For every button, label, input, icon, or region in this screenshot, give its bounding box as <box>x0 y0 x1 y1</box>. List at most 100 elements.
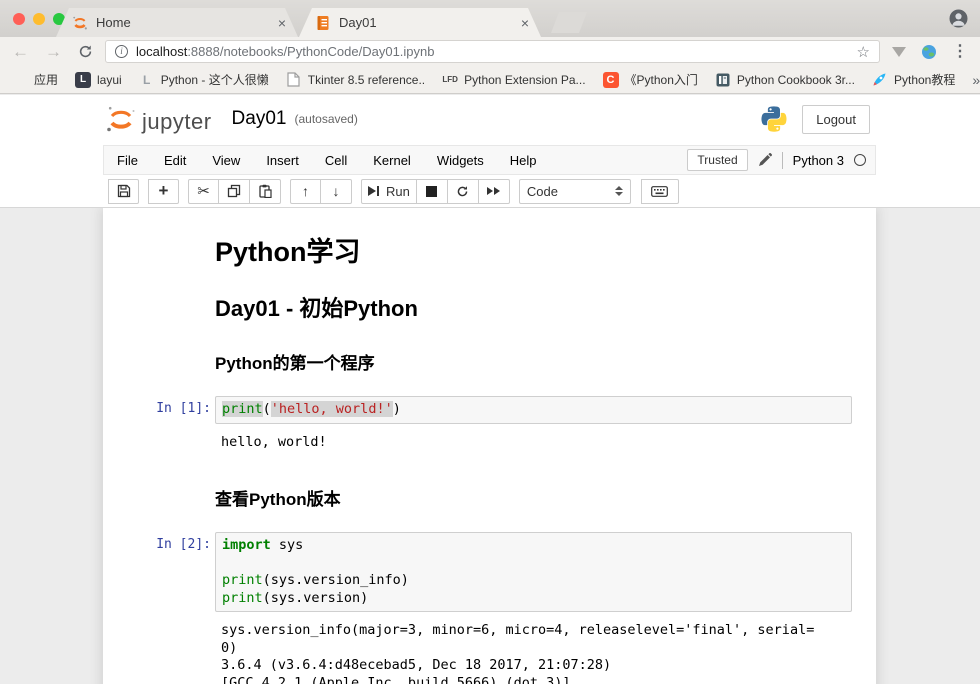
jupyter-menubar: File Edit View Insert Cell Kernel Widget… <box>103 145 876 175</box>
tab-title: Home <box>96 15 276 30</box>
tab-close-icon[interactable]: × <box>276 16 288 30</box>
back-icon[interactable]: ← <box>12 43 29 60</box>
url-bar[interactable]: i localhost:8888/notebooks/PythonCode/Da… <box>105 40 880 63</box>
notebook-file-icon <box>315 15 331 31</box>
stop-icon <box>426 186 437 197</box>
csdn-icon: C <box>603 72 619 88</box>
heading-python-study: Python学习 <box>215 230 852 269</box>
code-cell-2[interactable]: In [2]: import sys print(sys.version_inf… <box>110 532 852 612</box>
code-cell-1[interactable]: In [1]: print('hello, world!') <box>110 396 852 424</box>
jupyter-header: jupyter Day01 (autosaved) Logout <box>0 95 980 143</box>
bookmarks-bar: 应用 L layui L Python - 这个人很懒 Tkinter 8.5 … <box>0 66 980 94</box>
paste-cell-button[interactable] <box>250 179 281 204</box>
bookmark-label: 应用 <box>34 71 58 88</box>
jupyter-chrome: jupyter Day01 (autosaved) Logout File Ed… <box>0 95 980 208</box>
browser-window: Home × Day01 × <box>0 0 980 684</box>
input-prompt: In [1]: <box>110 396 215 424</box>
bookmark-label: layui <box>97 73 122 87</box>
reload-icon[interactable] <box>78 44 93 59</box>
bookmark-label: Tkinter 8.5 reference.. <box>308 73 425 87</box>
add-cell-button[interactable]: + <box>148 179 179 204</box>
restart-icon <box>456 185 469 198</box>
new-tab-button[interactable] <box>551 12 587 33</box>
code-input[interactable]: import sys print(sys.version_info) print… <box>215 532 852 612</box>
chrome-menu-icon[interactable]: ⋮ <box>952 44 968 60</box>
url-host: localhost <box>136 44 187 59</box>
page-info-icon[interactable]: i <box>115 45 128 58</box>
bookmark-star-icon[interactable]: ☆ <box>857 43 870 61</box>
divider <box>782 152 783 169</box>
translate-globe-icon[interactable] <box>921 44 937 60</box>
extension-v-icon[interactable] <box>892 47 906 57</box>
window-controls <box>13 13 65 25</box>
window-close-button[interactable] <box>13 13 25 25</box>
menu-help[interactable]: Help <box>497 153 550 168</box>
heading-day01: Day01 - 初始Python <box>215 291 852 323</box>
bookmark-label: Python Cookbook 3r... <box>737 73 855 87</box>
tab-close-icon[interactable]: × <box>519 16 531 30</box>
bookmark-label: 《Python入门 <box>625 71 698 88</box>
menu-kernel[interactable]: Kernel <box>360 153 424 168</box>
window-minimize-button[interactable] <box>33 13 45 25</box>
restart-run-all-button[interactable] <box>479 179 510 204</box>
copy-cell-button[interactable] <box>219 179 250 204</box>
bookmark-label: Python教程 <box>894 71 955 88</box>
pencil-icon[interactable] <box>758 153 772 167</box>
output-area-2: sys.version_info(major=3, minor=6, micro… <box>110 620 852 684</box>
output-area-1: hello, world! <box>110 432 852 454</box>
menu-edit[interactable]: Edit <box>151 153 199 168</box>
forward-icon[interactable]: → <box>45 43 62 60</box>
save-button[interactable] <box>108 179 139 204</box>
cut-cell-button[interactable]: ✂ <box>188 179 219 204</box>
bookmark-python-intro[interactable]: C 《Python入门 <box>603 71 698 88</box>
menu-file[interactable]: File <box>104 153 151 168</box>
cell-type-value: Code <box>527 184 558 199</box>
layui-icon: L <box>75 72 91 88</box>
code-input[interactable]: print('hello, world!') <box>215 396 852 424</box>
interrupt-kernel-button[interactable] <box>417 179 448 204</box>
bookmark-apps[interactable]: 应用 <box>12 71 58 88</box>
bookmark-tkinter[interactable]: Tkinter 8.5 reference.. <box>286 72 425 88</box>
kernel-idle-icon <box>854 154 866 166</box>
cell-type-select[interactable]: Code <box>519 179 631 204</box>
bookmark-label: Python - 这个人很懒 <box>161 71 269 88</box>
run-button[interactable]: Run <box>361 179 417 204</box>
bookmark-python-tutorial[interactable]: Python教程 <box>872 71 955 88</box>
menu-cell[interactable]: Cell <box>312 153 360 168</box>
profile-icon[interactable] <box>949 9 968 28</box>
browser-actions: ⋮ <box>892 44 968 60</box>
apps-grid-icon <box>12 72 28 88</box>
letter-favicon-icon: L <box>143 73 150 87</box>
jupyter-ring-icon <box>72 15 88 31</box>
fast-forward-icon <box>487 187 500 195</box>
tab-home[interactable]: Home × <box>56 8 298 37</box>
python-logo-icon <box>760 105 788 133</box>
bookmark-layui[interactable]: L layui <box>75 72 122 88</box>
navigation-bar: ← → i localhost:8888/notebooks/PythonCod… <box>0 37 980 66</box>
notebook-scroll-area[interactable]: Python学习 Day01 - 初始Python Python的第一个程序 I… <box>0 208 980 684</box>
notebook-title[interactable]: Day01 <box>232 108 287 130</box>
move-cell-down-button[interactable]: ↓ <box>321 179 352 204</box>
logout-button[interactable]: Logout <box>802 105 870 134</box>
menu-widgets[interactable]: Widgets <box>424 153 497 168</box>
lfd-icon: LFD <box>442 75 458 84</box>
tab-day01[interactable]: Day01 × <box>299 8 541 37</box>
keyboard-icon <box>651 186 668 197</box>
jupyter-logo[interactable]: jupyter <box>104 103 212 135</box>
restart-kernel-button[interactable] <box>448 179 479 204</box>
select-arrows-icon <box>615 186 623 196</box>
book-icon <box>715 72 731 88</box>
jupyter-toolbar: + ✂ ↑ <box>0 175 980 207</box>
bookmark-python-extension[interactable]: LFD Python Extension Pa... <box>442 72 585 88</box>
bookmarks-overflow-chevron[interactable]: » <box>972 72 980 88</box>
url-path: :8888/notebooks/PythonCode/Day01.ipynb <box>187 44 434 59</box>
heading-first-program: Python的第一个程序 <box>215 349 852 374</box>
trusted-button[interactable]: Trusted <box>687 149 747 171</box>
command-palette-button[interactable] <box>641 179 679 204</box>
bookmark-cookbook[interactable]: Python Cookbook 3r... <box>715 72 855 88</box>
move-cell-up-button[interactable]: ↑ <box>290 179 321 204</box>
menu-view[interactable]: View <box>199 153 253 168</box>
bookmark-python-blog[interactable]: L Python - 这个人很懒 <box>139 71 269 88</box>
tab-title: Day01 <box>339 15 519 30</box>
menu-insert[interactable]: Insert <box>253 153 312 168</box>
